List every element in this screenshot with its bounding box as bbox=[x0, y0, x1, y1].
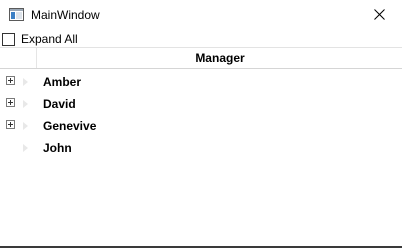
column-header-manager[interactable]: Manager bbox=[38, 48, 402, 68]
window-title: MainWindow bbox=[31, 8, 100, 22]
table-row[interactable]: Genevive bbox=[0, 115, 402, 137]
close-icon bbox=[373, 7, 385, 25]
expand-all-option[interactable]: Expand All bbox=[2, 31, 78, 47]
expand-all-checkbox[interactable] bbox=[2, 32, 15, 46]
main-window: MainWindow Expand All Manager Amber Davi… bbox=[0, 0, 402, 248]
row-details-chevron-icon[interactable] bbox=[23, 78, 28, 86]
expand-plus-icon[interactable] bbox=[6, 98, 15, 107]
row-details-chevron-icon[interactable] bbox=[23, 122, 28, 130]
manager-name-cell: David bbox=[43, 97, 76, 111]
table-row[interactable]: David bbox=[0, 93, 402, 115]
close-button[interactable] bbox=[356, 0, 402, 31]
manager-name-cell: Amber bbox=[43, 75, 82, 89]
table-row[interactable]: John bbox=[0, 137, 402, 159]
app-window-icon bbox=[9, 8, 24, 21]
expand-plus-icon[interactable] bbox=[6, 76, 15, 85]
grid-header: Manager bbox=[0, 47, 402, 69]
row-details-chevron-icon[interactable] bbox=[23, 144, 28, 152]
grid-rows: Amber David Genevive John bbox=[0, 71, 402, 159]
header-expander-column bbox=[0, 48, 37, 68]
manager-name-cell: Genevive bbox=[43, 119, 97, 133]
title-bar[interactable]: MainWindow bbox=[0, 0, 402, 31]
table-row[interactable]: Amber bbox=[0, 71, 402, 93]
row-details-chevron-icon[interactable] bbox=[23, 100, 28, 108]
expand-plus-icon[interactable] bbox=[6, 120, 15, 129]
manager-name-cell: John bbox=[43, 141, 72, 155]
expand-all-label[interactable]: Expand All bbox=[21, 32, 78, 47]
